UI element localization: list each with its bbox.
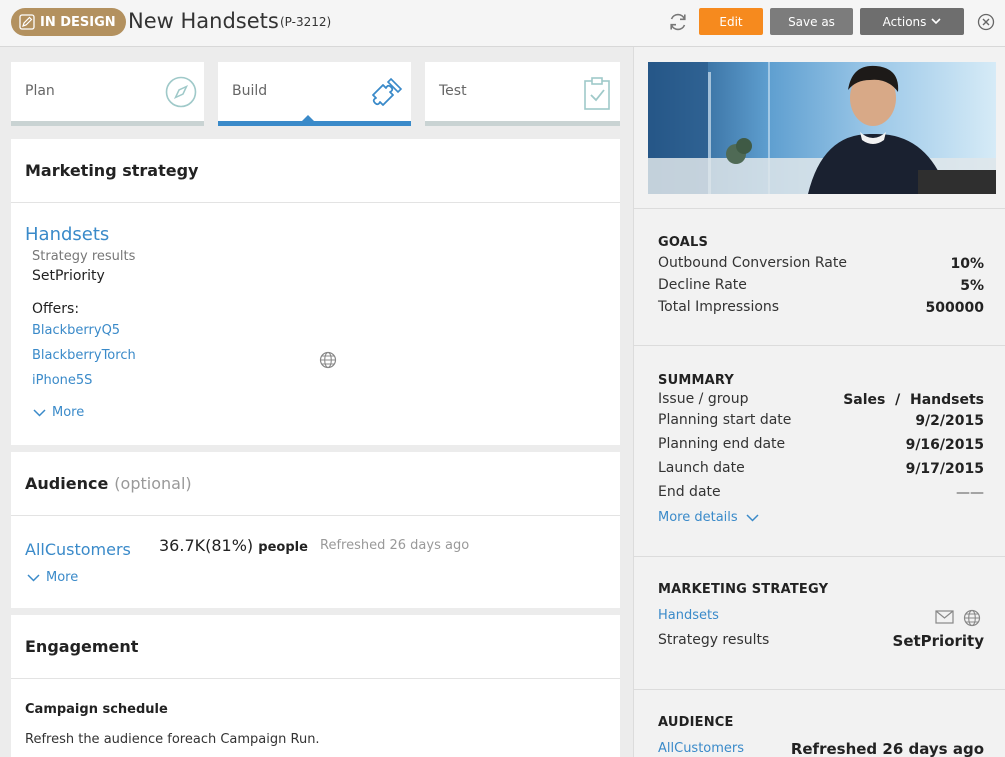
goal-label: Outbound Conversion Rate xyxy=(658,255,847,271)
tab-test-label: Test xyxy=(439,83,467,99)
tab-plan-bar xyxy=(11,121,204,126)
edit-button[interactable]: Edit xyxy=(699,8,763,35)
audience-percent: (81%) xyxy=(205,536,254,555)
offer-link[interactable]: iPhone5S xyxy=(32,373,92,388)
summary-value: —— xyxy=(956,485,984,501)
summary-label: End date xyxy=(658,484,721,500)
summary-panel: GOALS Outbound Conversion Rate 10% Decli… xyxy=(633,47,1005,757)
audience-unit: people xyxy=(258,540,308,555)
more-details-label: More details xyxy=(658,510,738,525)
strategy-results-label: Strategy results xyxy=(32,249,136,264)
engagement-card: Engagement Campaign schedule Refresh the… xyxy=(11,615,620,757)
tab-test[interactable]: Test xyxy=(425,62,620,126)
header-bar: IN DESIGN New Handsets (P-3212) Edit Sav… xyxy=(0,0,1005,47)
side-refreshed-label: Refreshed xyxy=(790,740,878,757)
actions-button[interactable]: Actions xyxy=(860,8,964,35)
globe-icon[interactable] xyxy=(319,351,337,369)
tab-test-bar xyxy=(425,121,620,126)
more-details-link[interactable]: More details xyxy=(658,510,765,525)
side-audience-link[interactable]: AllCustomers xyxy=(658,741,744,756)
summary-label: Planning start date xyxy=(658,412,792,428)
globe-icon[interactable] xyxy=(963,609,981,627)
more-audience-link[interactable]: More xyxy=(27,570,78,585)
compass-icon xyxy=(165,76,197,108)
more-offers-link[interactable]: More xyxy=(33,405,84,420)
puzzle-icon xyxy=(372,77,403,106)
side-strategy-link[interactable]: Handsets xyxy=(658,608,719,623)
side-strategy-results-value: SetPriority xyxy=(892,632,984,650)
strategy-link[interactable]: Handsets xyxy=(25,224,109,245)
campaign-schedule-text: Refresh the audience foreach Campaign Ru… xyxy=(25,732,320,747)
audience-count: 36.7K(81%) people xyxy=(159,536,308,555)
audience-heading: Audience xyxy=(25,474,109,493)
save-as-button[interactable]: Save as xyxy=(770,8,853,35)
tab-plan-label: Plan xyxy=(25,83,55,99)
page-id: (P-3212) xyxy=(280,15,332,29)
strategy-results-value: SetPriority xyxy=(32,268,105,284)
offers-label: Offers: xyxy=(32,301,80,317)
goals-title: GOALS xyxy=(658,235,709,250)
audience-card: Audience (optional) AllCustomers 36.7K(8… xyxy=(11,452,620,608)
audience-heading-row: Audience (optional) xyxy=(11,452,620,516)
summary-section: SUMMARY Issue / group Sales / Handsets P… xyxy=(634,345,1005,556)
goal-value: 10% xyxy=(950,256,984,272)
tab-build-label: Build xyxy=(232,83,268,99)
refreshed-value: 26 days ago xyxy=(389,538,470,553)
chevron-down-icon xyxy=(33,408,46,417)
actions-label: Actions xyxy=(882,14,927,29)
tab-plan[interactable]: Plan xyxy=(11,62,204,126)
offer-link[interactable]: BlackberryQ5 xyxy=(32,323,120,338)
status-badge: IN DESIGN xyxy=(11,8,126,36)
summary-value: Sales / Handsets xyxy=(843,392,984,408)
mail-icon[interactable] xyxy=(935,610,954,624)
summary-label: Launch date xyxy=(658,460,745,476)
more-label: More xyxy=(46,570,79,585)
side-strategy-section: MARKETING STRATEGY Handsets Strategy res… xyxy=(634,556,1005,689)
marketing-strategy-card: Marketing strategy Handsets Strategy res… xyxy=(11,139,620,445)
optional-label: (optional) xyxy=(114,474,192,493)
summary-title: SUMMARY xyxy=(658,373,734,388)
summary-label: Planning end date xyxy=(658,436,786,452)
side-strategy-results-label: Strategy results xyxy=(658,632,770,648)
goal-value: 500000 xyxy=(925,300,984,316)
campaign-schedule-title: Campaign schedule xyxy=(25,702,168,717)
clipboard-check-icon xyxy=(584,77,610,110)
side-strategy-title: MARKETING STRATEGY xyxy=(658,582,829,597)
close-icon[interactable] xyxy=(977,13,995,31)
active-tab-caret xyxy=(301,115,315,122)
audience-refreshed: Refreshed 26 days ago xyxy=(320,538,469,553)
side-audience-refreshed: Refreshed 26 days ago xyxy=(791,740,984,757)
hero-image xyxy=(648,62,996,194)
page-title: New Handsets xyxy=(128,9,279,33)
goal-label: Total Impressions xyxy=(658,299,780,315)
side-refreshed-value: 26 days ago xyxy=(882,740,984,757)
pencil-icon xyxy=(19,14,35,30)
summary-value: 9/16/2015 xyxy=(905,437,984,453)
status-label: IN DESIGN xyxy=(40,14,116,30)
office-photo xyxy=(648,62,996,194)
summary-label: Issue / group xyxy=(658,391,749,407)
more-label: More xyxy=(52,405,85,420)
audience-link[interactable]: AllCustomers xyxy=(25,540,131,559)
chevron-down-icon xyxy=(746,513,759,522)
goal-label: Decline Rate xyxy=(658,277,747,293)
side-audience-section: AUDIENCE AllCustomers Refreshed 26 days … xyxy=(634,689,1005,757)
refresh-icon[interactable] xyxy=(667,11,689,33)
marketing-strategy-heading: Marketing strategy xyxy=(11,139,620,203)
audience-count-value: 36.7K xyxy=(159,536,206,555)
chevron-down-icon xyxy=(27,573,40,582)
summary-value: 9/2/2015 xyxy=(915,413,984,429)
offer-link[interactable]: BlackberryTorch xyxy=(32,348,136,363)
refreshed-label: Refreshed xyxy=(320,538,386,553)
goal-value: 5% xyxy=(960,278,984,294)
chevron-down-icon xyxy=(931,18,941,25)
engagement-heading: Engagement xyxy=(11,615,620,679)
goals-section: GOALS Outbound Conversion Rate 10% Decli… xyxy=(634,208,1005,345)
side-audience-title: AUDIENCE xyxy=(658,715,734,730)
summary-value: 9/17/2015 xyxy=(905,461,984,477)
